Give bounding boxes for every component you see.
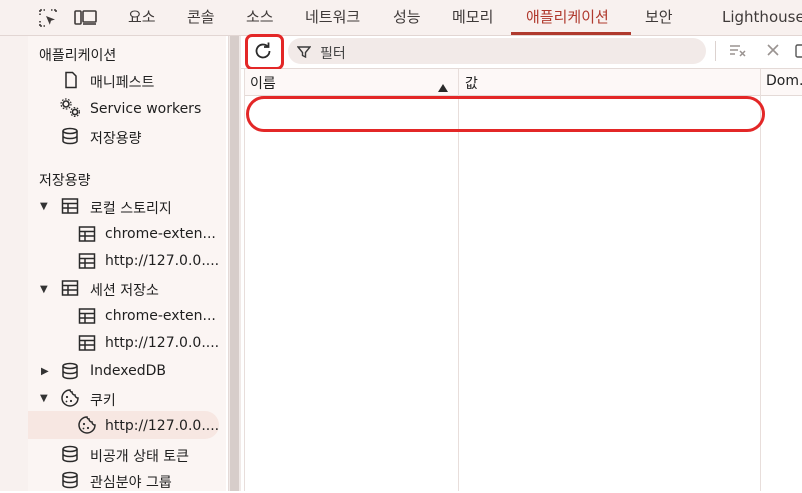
chevron-down-icon[interactable]: ▼	[40, 393, 48, 404]
sidebar-section-storage: 저장용량	[39, 173, 91, 189]
inspect-element-icon[interactable]	[38, 8, 58, 28]
filter-placeholder: 필터	[320, 46, 346, 62]
cookie-icon	[60, 388, 80, 408]
sort-ascending-icon[interactable]	[438, 77, 448, 92]
database-icon	[61, 362, 79, 380]
chevron-down-icon[interactable]: ▼	[40, 201, 48, 212]
tab-console[interactable]: 콘솔	[187, 0, 215, 35]
column-header-value[interactable]: 값	[465, 73, 478, 93]
tab-lighthouse[interactable]: Lighthouse	[722, 0, 802, 35]
tab-performance[interactable]: 성능	[393, 0, 421, 35]
cookie-icon	[77, 415, 97, 435]
toolbar-divider	[715, 41, 716, 61]
tab-memory[interactable]: 메모리	[452, 0, 493, 35]
device-toolbar-icon[interactable]	[74, 8, 98, 28]
column-divider[interactable]	[760, 69, 761, 491]
column-header-name[interactable]: 이름	[250, 73, 276, 93]
clear-filtered-icon[interactable]	[728, 42, 748, 60]
clear-all-icon[interactable]	[765, 42, 781, 58]
filter-input[interactable]	[288, 38, 706, 64]
sidebar-scrollbar-thumb[interactable]	[230, 36, 239, 491]
sidebar-item-private-state-tokens[interactable]: 비공개 상태 토큰	[90, 446, 189, 466]
tab-application[interactable]: 애플리케이션	[526, 0, 609, 35]
sidebar-item-session-storage-origin[interactable]: http://127.0.0....	[105, 335, 219, 351]
sidebar-item-interest-groups[interactable]: 관심분야 그룹	[90, 472, 172, 492]
more-icon[interactable]	[795, 43, 802, 58]
sidebar-item-local-storage-origin[interactable]: http://127.0.0....	[105, 253, 219, 269]
database-icon	[61, 471, 79, 489]
sidebar-item-storage[interactable]: 저장용량	[90, 128, 142, 148]
database-icon	[61, 445, 79, 463]
tab-elements[interactable]: 요소	[128, 0, 156, 35]
table-icon	[78, 334, 96, 352]
sidebar-item-manifest[interactable]: 매니페스트	[90, 72, 154, 92]
sidebar-item-service-workers[interactable]: Service workers	[90, 101, 201, 117]
sidebar-item-local-storage[interactable]: 로컬 스토리지	[90, 198, 172, 218]
chevron-down-icon[interactable]: ▼	[40, 284, 48, 295]
active-tab-indicator	[511, 32, 631, 35]
sidebar-item-cookies-origin[interactable]: http://127.0.0....	[105, 418, 219, 434]
filter-icon	[296, 44, 312, 59]
sidebar-gutter	[0, 36, 28, 491]
table-icon	[61, 197, 79, 215]
table-icon	[78, 307, 96, 325]
sidebar-item-local-storage-origin[interactable]: chrome-exten...	[105, 226, 216, 242]
row-highlight	[246, 96, 765, 132]
table-icon	[78, 252, 96, 270]
tab-network[interactable]: 네트워크	[305, 0, 360, 35]
tab-security[interactable]: 보안	[645, 0, 673, 35]
sidebar-item-session-storage-origin[interactable]: chrome-exten...	[105, 308, 216, 324]
sidebar-item-cookies[interactable]: 쿠키	[90, 390, 116, 410]
column-header-domain[interactable]: Dom...	[766, 73, 802, 89]
sidebar-item-session-storage[interactable]: 세션 저장소	[90, 280, 159, 300]
tab-sources[interactable]: 소스	[246, 0, 274, 35]
sidebar-item-indexeddb[interactable]: IndexedDB	[90, 363, 166, 379]
table-icon	[61, 279, 79, 297]
table-icon	[78, 225, 96, 243]
file-icon	[62, 71, 80, 89]
refresh-highlight	[245, 34, 284, 70]
sidebar-section-application: 애플리케이션	[39, 48, 117, 64]
gears-icon	[60, 98, 82, 118]
chevron-right-icon[interactable]: ▶	[41, 366, 49, 377]
column-divider	[244, 69, 245, 491]
database-icon	[61, 127, 79, 145]
column-divider[interactable]	[458, 69, 459, 491]
cookies-table-header	[244, 69, 802, 96]
